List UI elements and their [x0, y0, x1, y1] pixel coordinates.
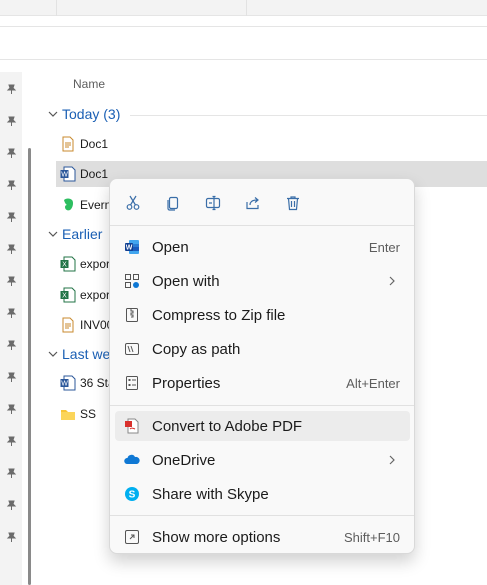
- navigation-pane: [0, 72, 22, 585]
- pin-icon[interactable]: [6, 148, 17, 159]
- group-label: Last we: [62, 346, 111, 362]
- pin-icon[interactable]: [6, 84, 17, 95]
- pin-icon[interactable]: [6, 244, 17, 255]
- more-options-icon: [125, 530, 139, 544]
- file-name: Doc1: [80, 167, 109, 181]
- rename-button[interactable]: [201, 191, 225, 215]
- pin-icon[interactable]: [6, 308, 17, 319]
- evernote-icon: [64, 198, 74, 211]
- column-header-name[interactable]: Name: [73, 77, 105, 91]
- svg-text:X: X: [62, 262, 67, 269]
- word-doc-icon: W: [60, 166, 76, 182]
- skype-icon: S: [125, 487, 139, 501]
- pin-icon[interactable]: [6, 116, 17, 127]
- pin-icon[interactable]: [6, 372, 17, 383]
- svg-text:S: S: [129, 490, 136, 501]
- menu-item-compress[interactable]: Compress to Zip file: [115, 300, 410, 330]
- delete-icon: [287, 196, 299, 211]
- menu-item-copy-as-path[interactable]: Copy as path: [115, 334, 410, 364]
- file-name: expor: [80, 257, 111, 271]
- svg-text:W: W: [126, 245, 133, 252]
- properties-icon: [126, 376, 138, 390]
- command-bar: [0, 26, 487, 60]
- pin-icon[interactable]: [6, 468, 17, 479]
- word-doc-icon: W: [60, 375, 76, 391]
- menu-item-properties[interactable]: Properties Alt+Enter: [115, 368, 410, 398]
- svg-text:W: W: [61, 381, 68, 388]
- group-header-earlier[interactable]: Earlier: [48, 226, 102, 242]
- file-name: expor: [80, 288, 111, 302]
- svg-text:W: W: [61, 172, 68, 179]
- chevron-right-icon: [389, 455, 395, 465]
- context-menu: W Open Enter Open with Compress to Zip f…: [109, 178, 415, 554]
- pin-icon[interactable]: [6, 340, 17, 351]
- file-name: Doc1: [80, 137, 109, 151]
- menu-separator: [110, 405, 414, 406]
- excel-icon: X: [60, 256, 76, 272]
- share-button[interactable]: [241, 191, 265, 215]
- copy-button[interactable]: [161, 191, 185, 215]
- chevron-down-icon[interactable]: [48, 349, 58, 359]
- pin-icon[interactable]: [6, 276, 17, 287]
- menu-item-share-with-skype[interactable]: S Share with Skype: [115, 479, 410, 509]
- chevron-down-icon[interactable]: [48, 229, 58, 239]
- title-bar: [0, 0, 487, 16]
- menu-item-onedrive[interactable]: OneDrive: [115, 445, 410, 475]
- open-with-icon: [125, 274, 139, 288]
- quick-actions-bar: [110, 191, 414, 215]
- group-label: Today (3): [62, 106, 121, 122]
- chevron-right-icon: [389, 276, 395, 286]
- svg-text:X: X: [62, 293, 67, 300]
- tab-divider: [246, 0, 247, 16]
- text-doc-icon: [62, 136, 74, 152]
- delete-button[interactable]: [281, 191, 305, 215]
- file-name: SS: [80, 407, 97, 421]
- file-row[interactable]: Doc1: [56, 131, 487, 157]
- menu-separator: [110, 515, 414, 516]
- text-doc-icon: [62, 317, 74, 333]
- pin-icon[interactable]: [6, 532, 17, 543]
- adobe-pdf-icon: [125, 418, 139, 434]
- word-icon: W: [125, 240, 139, 254]
- menu-item-open-with[interactable]: Open with: [115, 266, 410, 296]
- group-header-today[interactable]: Today (3): [48, 106, 120, 122]
- menu-item-open[interactable]: W Open Enter: [115, 232, 410, 262]
- group-label: Earlier: [62, 226, 103, 242]
- pin-icon[interactable]: [6, 212, 17, 223]
- folder-icon: [61, 410, 75, 420]
- excel-icon: X: [60, 287, 76, 303]
- onedrive-icon: [124, 454, 140, 464]
- group-divider: [130, 115, 487, 116]
- menu-item-convert-to-adobe-pdf[interactable]: Convert to Adobe PDF: [115, 411, 410, 441]
- tab-divider: [56, 0, 57, 16]
- menu-separator: [110, 225, 414, 226]
- nav-scrollbar[interactable]: [28, 148, 31, 585]
- cut-button[interactable]: [121, 191, 145, 215]
- pin-icon[interactable]: [6, 404, 17, 415]
- chevron-down-icon[interactable]: [48, 109, 58, 119]
- copy-icon: [167, 196, 179, 211]
- pin-icon[interactable]: [6, 180, 17, 191]
- share-icon: [246, 197, 259, 210]
- group-header-last-week[interactable]: Last we: [48, 346, 110, 362]
- pin-icon[interactable]: [6, 500, 17, 511]
- pin-icon[interactable]: [6, 436, 17, 447]
- rename-icon: [205, 195, 221, 211]
- zip-icon: [126, 308, 138, 322]
- menu-item-show-more-options[interactable]: Show more options Shift+F10: [115, 522, 410, 552]
- copy-path-icon: [125, 343, 139, 355]
- cut-icon: [126, 195, 140, 210]
